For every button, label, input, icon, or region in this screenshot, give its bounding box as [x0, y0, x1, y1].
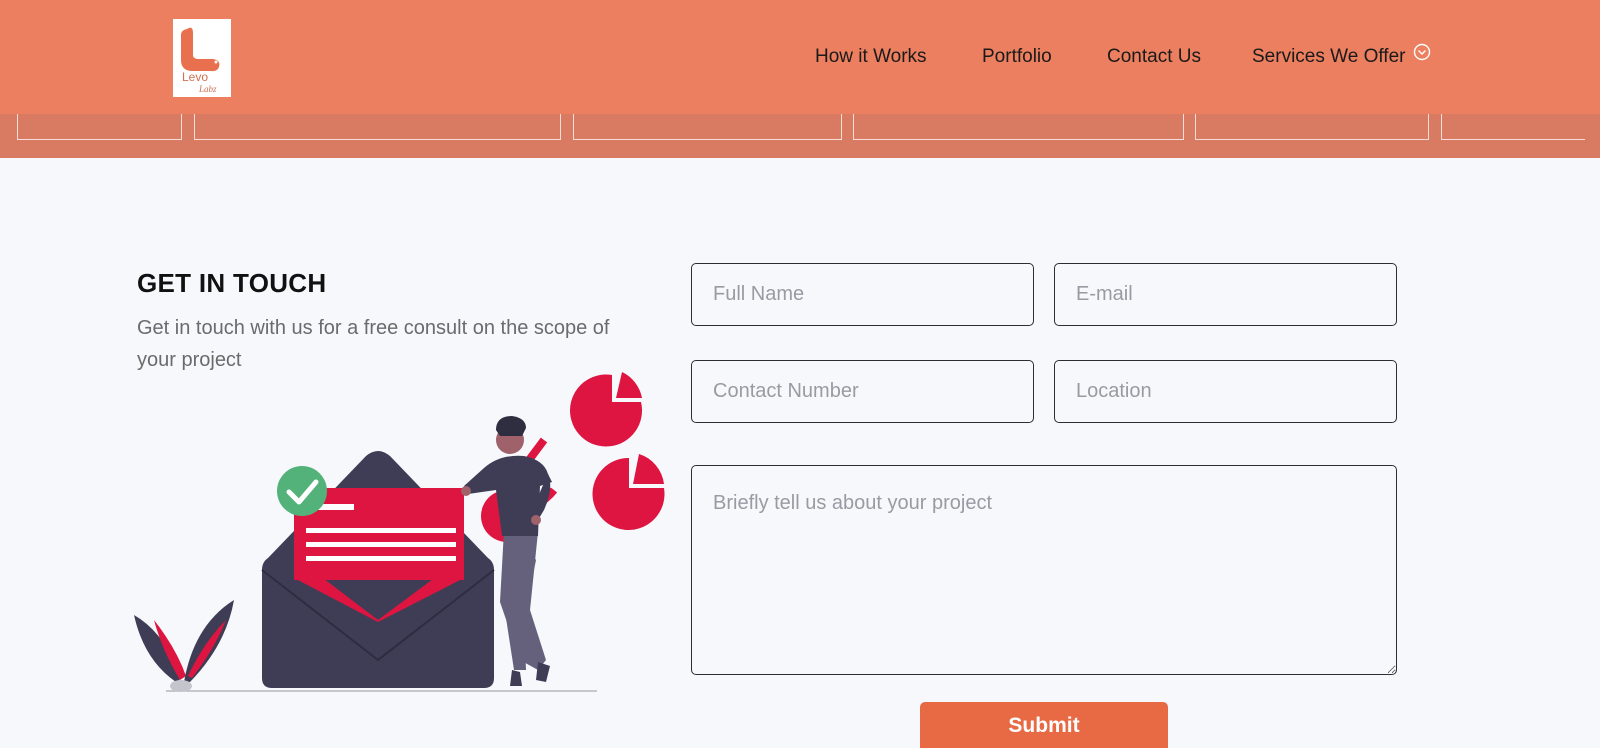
- nav-contact-us[interactable]: Contact Us: [1107, 46, 1201, 68]
- strip-cell: [1195, 114, 1429, 140]
- page-subtitle: Get in touch with us for a free consult …: [137, 317, 610, 371]
- svg-text:Levo: Levo: [182, 70, 208, 84]
- contact-number-field[interactable]: [691, 360, 1034, 423]
- page-title: GET IN TOUCH: [137, 268, 327, 298]
- submit-button-label: Submit: [1008, 714, 1080, 737]
- nav-how-it-works[interactable]: How it Works: [815, 46, 927, 68]
- nav-services-we-offer[interactable]: Services We Offer: [1252, 43, 1431, 68]
- strip-cell: [573, 114, 842, 140]
- header-decorative-strip: [0, 114, 1600, 158]
- nav-services-label: Services We Offer: [1252, 46, 1406, 67]
- project-description-field[interactable]: [691, 465, 1397, 675]
- site-header: Levo Labz How it Works Portfolio Contact…: [0, 0, 1600, 114]
- check-circle-icon: [277, 466, 327, 516]
- strip-cell: [1441, 114, 1585, 140]
- strip-cell: [17, 114, 182, 140]
- plant-icon: [134, 600, 234, 692]
- email-field[interactable]: [1054, 263, 1397, 326]
- full-name-field[interactable]: [691, 263, 1034, 326]
- main-nav: How it Works Portfolio Contact Us Servic…: [0, 43, 1600, 72]
- nav-portfolio[interactable]: Portfolio: [982, 46, 1052, 68]
- strip-cell: [194, 114, 561, 140]
- chevron-down-circle-icon: [1413, 43, 1431, 67]
- submit-button[interactable]: Submit: [920, 702, 1168, 748]
- contact-illustration: [134, 370, 667, 694]
- svg-text:Labz: Labz: [198, 84, 217, 94]
- location-field[interactable]: [1054, 360, 1397, 423]
- strip-cell: [853, 114, 1184, 140]
